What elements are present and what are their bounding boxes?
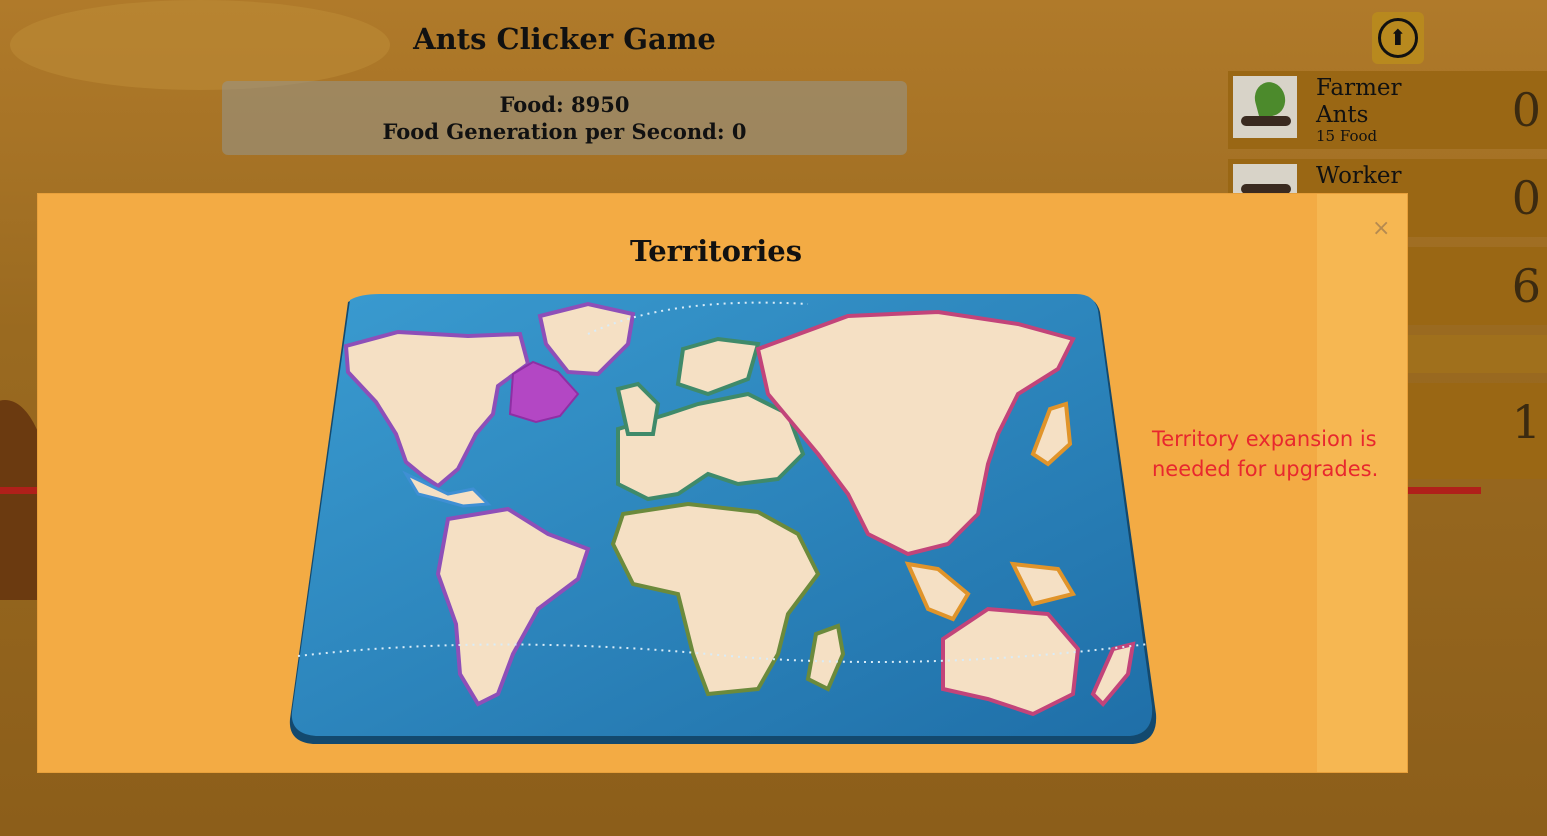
- upgrade-name: Worker: [1316, 163, 1402, 189]
- stats-box: Food: 8950 Food Generation per Second: 0: [222, 81, 907, 155]
- game-title: Ants Clicker Game: [413, 22, 716, 56]
- upgrade-count: 0: [1511, 171, 1541, 225]
- world-map[interactable]: [288, 294, 1158, 746]
- upgrade-count: 0: [1511, 83, 1541, 137]
- upgrade-name: Farmer Ants: [1316, 75, 1402, 128]
- territories-modal: × Territories Territory expansion is nee…: [37, 193, 1408, 773]
- upgrade-count: 1: [1511, 395, 1541, 449]
- food-count: Food: 8950: [499, 92, 630, 117]
- upload-button[interactable]: ⬆: [1372, 12, 1424, 64]
- upgrade-cost: 15 Food: [1316, 127, 1378, 145]
- farmer-ant-image: [1233, 76, 1297, 138]
- modal-title: Territories: [629, 234, 803, 268]
- upgrade-item[interactable]: Farmer Ants 15 Food 0: [1228, 71, 1547, 149]
- expansion-notice: Territory expansion is needed for upgrad…: [1152, 427, 1379, 481]
- upload-arrow-icon: ⬆: [1378, 18, 1418, 58]
- food-generation: Food Generation per Second: 0: [382, 119, 747, 144]
- upgrade-count: 6: [1511, 259, 1541, 313]
